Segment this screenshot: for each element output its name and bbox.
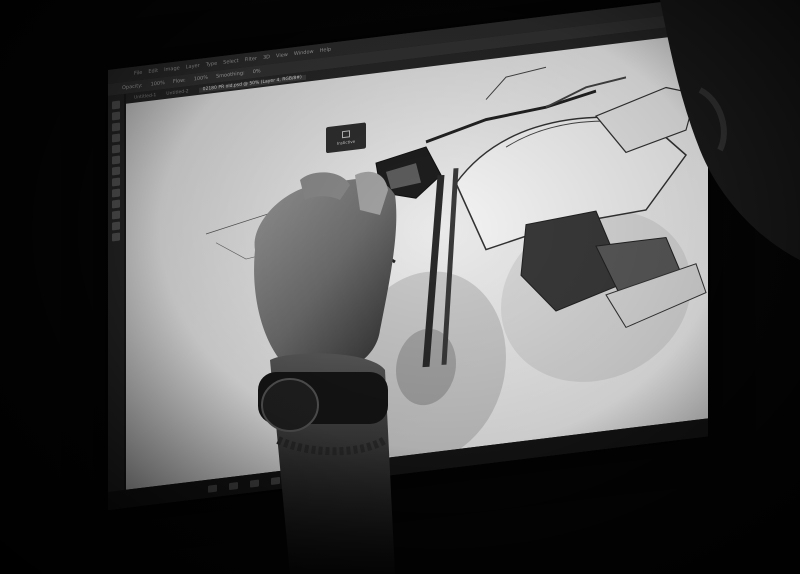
photo-scene: File Edit Image Layer Type Select Filter… <box>0 0 800 574</box>
person-silhouette <box>660 0 800 260</box>
